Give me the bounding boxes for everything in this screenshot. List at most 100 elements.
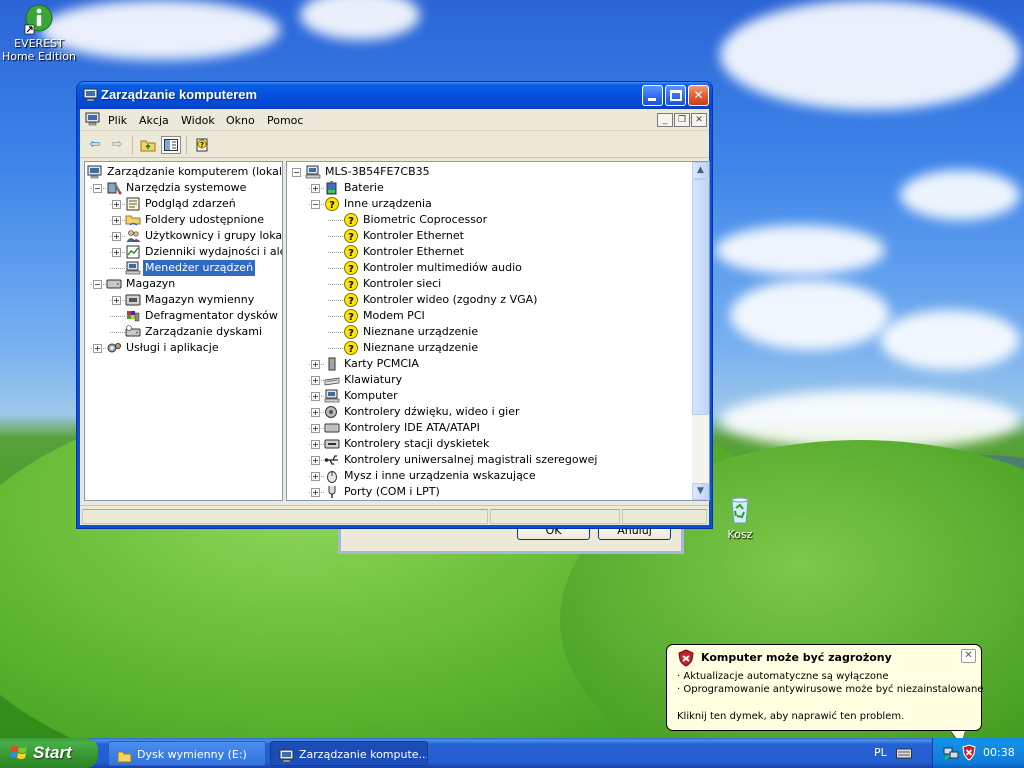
- device-tree-item[interactable]: ? Modem PCI: [287, 308, 692, 324]
- expand-toggle[interactable]: +: [112, 200, 121, 209]
- expand-toggle[interactable]: +: [112, 248, 121, 257]
- show-hide-tree-button[interactable]: [161, 136, 181, 154]
- start-button[interactable]: Start: [0, 738, 98, 768]
- expand-toggle[interactable]: +: [311, 456, 320, 465]
- collapse-toggle[interactable]: −: [292, 168, 301, 177]
- back-button[interactable]: ⇦: [85, 136, 105, 154]
- close-button[interactable]: ✕: [688, 85, 709, 106]
- console-tree-item[interactable]: + Usługi i aplikacje: [85, 340, 282, 356]
- svg-text:?: ?: [348, 280, 354, 291]
- floppy-controller-icon: [324, 437, 340, 451]
- collapse-toggle[interactable]: −: [93, 280, 102, 289]
- device-tree-item[interactable]: + Kontrolery stacji dyskietek: [287, 436, 692, 452]
- device-tree-item[interactable]: ? Nieznane urządzenie: [287, 324, 692, 340]
- keyboard-icon: [324, 373, 340, 387]
- expand-toggle[interactable]: +: [311, 424, 320, 433]
- security-balloon[interactable]: Komputer może być zagrożony ✕ · Aktualiz…: [666, 644, 983, 745]
- device-tree-item[interactable]: + Klawiatury: [287, 372, 692, 388]
- menu-akcja[interactable]: Akcja: [139, 114, 169, 127]
- vertical-scrollbar[interactable]: ▲ ▼: [692, 162, 709, 500]
- desktop-icon-label: EVEREST Home Edition: [1, 37, 77, 63]
- language-indicator[interactable]: PL: [874, 746, 887, 759]
- device-tree-item[interactable]: − MLS-3B54FE7CB35: [287, 164, 692, 180]
- device-tree-item[interactable]: ? Kontroler multimediów audio: [287, 260, 692, 276]
- console-tree-item[interactable]: Defragmentator dysków: [85, 308, 282, 324]
- expand-toggle[interactable]: +: [311, 360, 320, 369]
- clock[interactable]: 00:38: [983, 746, 1015, 759]
- console-tree-item[interactable]: + Dzienniki wydajności i alerty: [85, 244, 282, 260]
- console-tree-item[interactable]: + Magazyn wymienny: [85, 292, 282, 308]
- expand-toggle[interactable]: +: [112, 232, 121, 241]
- collapse-toggle[interactable]: −: [311, 200, 320, 209]
- menu-okno[interactable]: Okno: [226, 114, 255, 127]
- task-removable-disk[interactable]: Dysk wymienny (E:): [108, 741, 266, 766]
- device-tree-item[interactable]: + Porty (COM i LPT): [287, 484, 692, 500]
- device-tree-item[interactable]: + Kontrolery IDE ATA/ATAPI: [287, 420, 692, 436]
- console-tree-item[interactable]: Zarządzanie dyskami: [85, 324, 282, 340]
- svg-text:?: ?: [348, 312, 354, 323]
- child-close-button[interactable]: ✕: [691, 113, 707, 127]
- minimize-button[interactable]: [642, 85, 663, 106]
- svg-text:?: ?: [348, 328, 354, 339]
- collapse-toggle[interactable]: −: [93, 184, 102, 193]
- scroll-up-button[interactable]: ▲: [692, 162, 709, 179]
- console-tree-item[interactable]: − Magazyn: [85, 276, 282, 292]
- device-tree-item[interactable]: + Baterie: [287, 180, 692, 196]
- device-tree-item[interactable]: + Kontrolery dźwięku, wideo i gier: [287, 404, 692, 420]
- console-tree-item[interactable]: + Podgląd zdarzeń: [85, 196, 282, 212]
- menu-plik[interactable]: Plik: [108, 114, 127, 127]
- help-button[interactable]: ?: [192, 136, 212, 154]
- device-tree-item[interactable]: ? Kontroler Ethernet: [287, 244, 692, 260]
- svg-text:?: ?: [348, 344, 354, 355]
- device-tree-item[interactable]: + Kontrolery uniwersalnej magistrali szer…: [287, 452, 692, 468]
- device-tree-item[interactable]: + Mysz i inne urządzenia wskazujące: [287, 468, 692, 484]
- expand-toggle[interactable]: +: [311, 392, 320, 401]
- expand-toggle[interactable]: +: [112, 296, 121, 305]
- system-tray: 00:38: [932, 738, 1024, 768]
- expand-toggle[interactable]: +: [311, 488, 320, 497]
- expand-toggle[interactable]: +: [311, 472, 320, 481]
- expand-toggle[interactable]: +: [311, 408, 320, 417]
- menu-pomoc[interactable]: Pomoc: [267, 114, 303, 127]
- desktop-icon-recycle-bin[interactable]: Kosz: [700, 494, 780, 541]
- child-restore-button[interactable]: ❐: [674, 113, 690, 127]
- tree-item-label: Kontroler wideo (zgodny z VGA): [363, 293, 538, 306]
- child-minimize-button[interactable]: _: [657, 113, 673, 127]
- device-tree-item[interactable]: + Karty PCMCIA: [287, 356, 692, 372]
- device-tree-item[interactable]: ? Nieznane urządzenie: [287, 340, 692, 356]
- device-tree-item[interactable]: ? Kontroler Ethernet: [287, 228, 692, 244]
- console-tree-item[interactable]: Zarządzanie komputerem (lokalne): [85, 164, 282, 180]
- forward-arrow-icon: ⇨: [111, 137, 123, 152]
- scroll-down-button[interactable]: ▼: [692, 483, 709, 500]
- forward-button[interactable]: ⇨: [107, 136, 127, 154]
- window-titlebar[interactable]: Zarządzanie komputerem ✕: [77, 82, 712, 109]
- device-tree-item[interactable]: ? Kontroler wideo (zgodny z VGA): [287, 292, 692, 308]
- desktop-icon-everest[interactable]: EVEREST Home Edition: [0, 3, 79, 63]
- balloon-close-button[interactable]: ✕: [961, 649, 976, 663]
- console-tree-item[interactable]: + Foldery udostępnione: [85, 212, 282, 228]
- expand-toggle[interactable]: +: [311, 184, 320, 193]
- device-tree-item[interactable]: ? Biometric Coprocessor: [287, 212, 692, 228]
- menu-widok[interactable]: Widok: [181, 114, 215, 127]
- window-title: Zarządzanie komputerem: [101, 87, 258, 102]
- console-tree-item[interactable]: − Narzędzia systemowe: [85, 180, 282, 196]
- device-tree-item[interactable]: + Komputer: [287, 388, 692, 404]
- console-tree-item[interactable]: + Użytkownicy i grupy lokalne: [85, 228, 282, 244]
- device-tree-item[interactable]: ? Kontroler sieci: [287, 276, 692, 292]
- expand-toggle[interactable]: +: [112, 216, 121, 225]
- expand-toggle[interactable]: +: [93, 344, 102, 353]
- task-computer-management[interactable]: Zarządzanie kompute...: [270, 741, 428, 766]
- unknown-device-icon: ?: [343, 277, 359, 291]
- minimize-icon: [648, 98, 656, 101]
- expand-toggle[interactable]: +: [311, 376, 320, 385]
- maximize-button[interactable]: [665, 85, 686, 106]
- network-icon[interactable]: [943, 745, 959, 764]
- console-tree-item[interactable]: Menedżer urządzeń: [85, 259, 282, 277]
- start-label: Start: [33, 743, 72, 762]
- up-one-level-button[interactable]: [138, 136, 158, 154]
- scroll-thumb[interactable]: [692, 179, 709, 415]
- keyboard-icon[interactable]: [896, 747, 912, 762]
- security-alert-icon[interactable]: [961, 744, 977, 764]
- device-tree-item[interactable]: −? Inne urządzenia: [287, 196, 692, 212]
- expand-toggle[interactable]: +: [311, 440, 320, 449]
